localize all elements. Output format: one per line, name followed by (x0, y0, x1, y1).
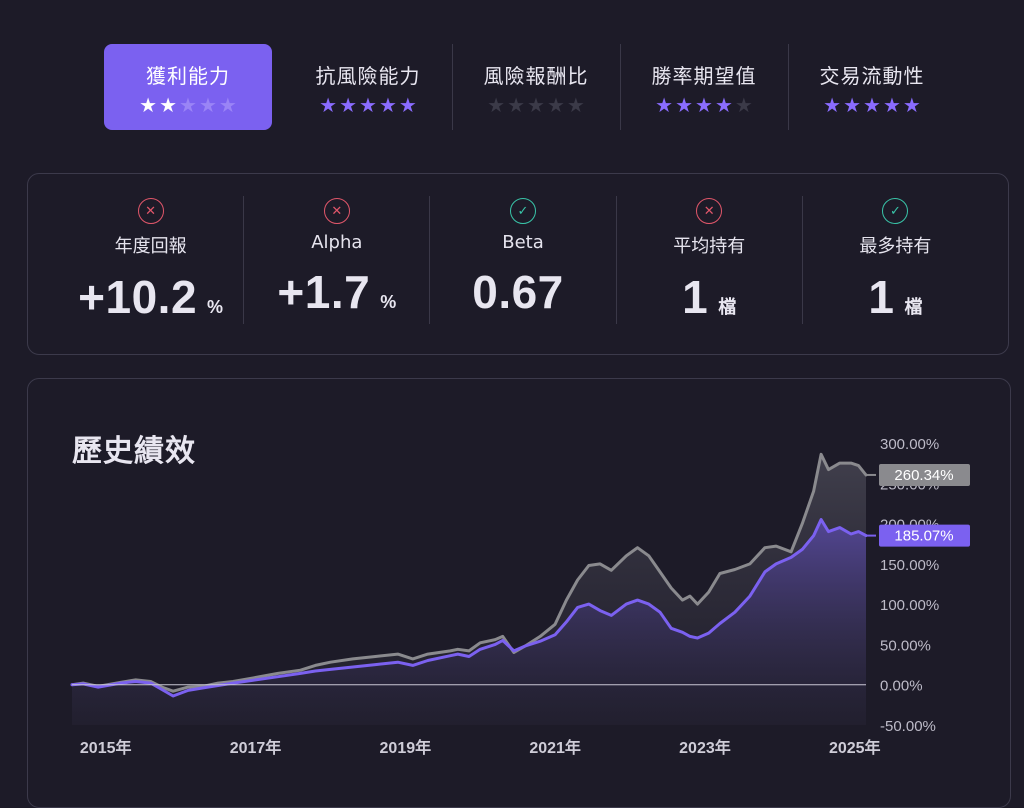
x-tick-label: 2021年 (529, 738, 581, 757)
metric-value-row: 0.67 (472, 265, 574, 319)
metric-max-holding: ✓ 最多持有 1 檔 (801, 196, 988, 324)
star-filled-icon: ★ (843, 92, 862, 117)
check-circle-icon: ✓ (510, 198, 536, 224)
tab-risk-resistance[interactable]: 抗風險能力 ★ ★ ★ ★ ★ (284, 44, 452, 130)
star-empty-icon: ★ (527, 92, 545, 117)
tab-label: 勝率期望值 (651, 63, 757, 88)
metric-beta: ✓ Beta 0.67 (429, 196, 615, 324)
star-filled-icon: ★ (378, 92, 397, 117)
metrics-card: ✕ 年度回報 +10.2 % ✕ Alpha +1.7 % ✓ Beta 0.6… (27, 173, 1009, 355)
tab-win-rate-expectancy[interactable]: 勝率期望值 ★ ★ ★ ★ ★ (620, 44, 788, 130)
strategy-end-label: 185.07% (894, 528, 953, 545)
performance-chart: 300.00%250.00%200.00%150.00%100.00%50.00… (70, 436, 970, 757)
tab-label: 抗風險能力 (315, 63, 421, 88)
tab-label: 風險報酬比 (483, 63, 589, 88)
x-tick-label: 2019年 (380, 738, 432, 757)
star-filled-icon: ★ (863, 92, 881, 117)
star-empty-icon: ★ (487, 92, 506, 117)
star-filled-icon: ★ (714, 92, 733, 117)
rating-tabs: 獲利能力 ★ ★ ★ ★ ★ 抗風險能力 ★ ★ ★ ★ ★ 風險報酬比 ★ ★ ★ ★ ★ 勝率期望值… (86, 44, 956, 130)
x-tick-label: 2023年 (679, 738, 731, 757)
metric-unit: % (380, 292, 397, 312)
star-filled-icon: ★ (823, 92, 842, 117)
metric-label: Beta (502, 232, 544, 253)
star-filled-icon: ★ (359, 92, 377, 117)
star-empty-icon: ★ (198, 92, 217, 117)
star-rating: ★ ★ ★ ★ ★ (139, 95, 237, 115)
tab-label: 獲利能力 (146, 63, 230, 88)
star-empty-icon: ★ (566, 92, 585, 117)
tab-risk-reward-ratio[interactable]: 風險報酬比 ★ ★ ★ ★ ★ (452, 44, 620, 130)
star-filled-icon: ★ (319, 92, 338, 117)
star-empty-icon: ★ (507, 92, 526, 117)
metric-label: Alpha (311, 232, 363, 253)
star-filled-icon: ★ (139, 92, 158, 117)
star-filled-icon: ★ (655, 92, 674, 117)
x-tick-label: 2025年 (829, 738, 881, 757)
star-empty-icon: ★ (218, 92, 237, 117)
metric-label: 平均持有 (673, 236, 746, 257)
y-tick-label: 150.00% (880, 557, 939, 574)
metric-unit: 檔 (718, 297, 737, 317)
metric-average-holding: ✕ 平均持有 1 檔 (615, 196, 802, 324)
star-filled-icon: ★ (398, 92, 417, 117)
benchmark-end-label: 260.34% (894, 467, 953, 484)
star-empty-icon: ★ (179, 92, 197, 117)
metric-label: 年度回報 (114, 236, 187, 257)
star-rating: ★ ★ ★ ★ ★ (319, 95, 417, 115)
strategy-area (72, 519, 866, 725)
y-tick-label: -50.00% (880, 718, 936, 735)
star-filled-icon: ★ (675, 92, 694, 117)
metric-value-row: 1 檔 (682, 270, 736, 324)
star-filled-icon: ★ (695, 92, 713, 117)
tab-label: 交易流動性 (819, 63, 925, 88)
metric-value: +10.2 (78, 271, 198, 323)
y-tick-label: 100.00% (880, 597, 939, 614)
metric-alpha: ✕ Alpha +1.7 % (243, 196, 429, 324)
x-tick-label: 2017年 (230, 738, 282, 757)
star-filled-icon: ★ (882, 92, 901, 117)
star-empty-icon: ★ (734, 92, 753, 117)
metric-value-row: +1.7 % (277, 265, 396, 319)
y-tick-label: 50.00% (880, 637, 931, 654)
metric-unit: 檔 (904, 297, 923, 317)
metric-value: 0.67 (472, 266, 564, 318)
y-tick-label: 0.00% (880, 678, 923, 695)
check-circle-icon: ✓ (882, 198, 909, 224)
star-rating: ★ ★ ★ ★ ★ (655, 95, 753, 115)
metric-value-row: +10.2 % (78, 270, 223, 324)
y-tick-label: 300.00% (880, 436, 939, 453)
x-circle-icon: ✕ (137, 198, 164, 224)
x-circle-icon: ✕ (696, 198, 723, 224)
metric-value-row: 1 檔 (868, 270, 922, 324)
tab-profitability[interactable]: 獲利能力 ★ ★ ★ ★ ★ (104, 44, 272, 130)
metric-value: 1 (682, 271, 709, 323)
star-filled-icon: ★ (902, 92, 921, 117)
tab-liquidity[interactable]: 交易流動性 ★ ★ ★ ★ ★ (788, 44, 956, 130)
metric-label: 最多持有 (859, 236, 932, 257)
star-filled-icon: ★ (339, 92, 358, 117)
star-empty-icon: ★ (546, 92, 565, 117)
metric-value: 1 (868, 271, 895, 323)
history-card: 歷史績效 300.00%250.00%200.00%150.00%100.00%… (27, 378, 1011, 808)
x-circle-icon: ✕ (323, 198, 350, 224)
star-rating: ★ ★ ★ ★ ★ (823, 95, 921, 115)
metric-annual-return: ✕ 年度回報 +10.2 % (58, 196, 243, 324)
metric-unit: % (207, 297, 224, 317)
star-filled-icon: ★ (159, 92, 178, 117)
x-tick-label: 2015年 (80, 738, 132, 757)
metric-value: +1.7 (277, 266, 371, 318)
star-rating: ★ ★ ★ ★ ★ (487, 95, 585, 115)
